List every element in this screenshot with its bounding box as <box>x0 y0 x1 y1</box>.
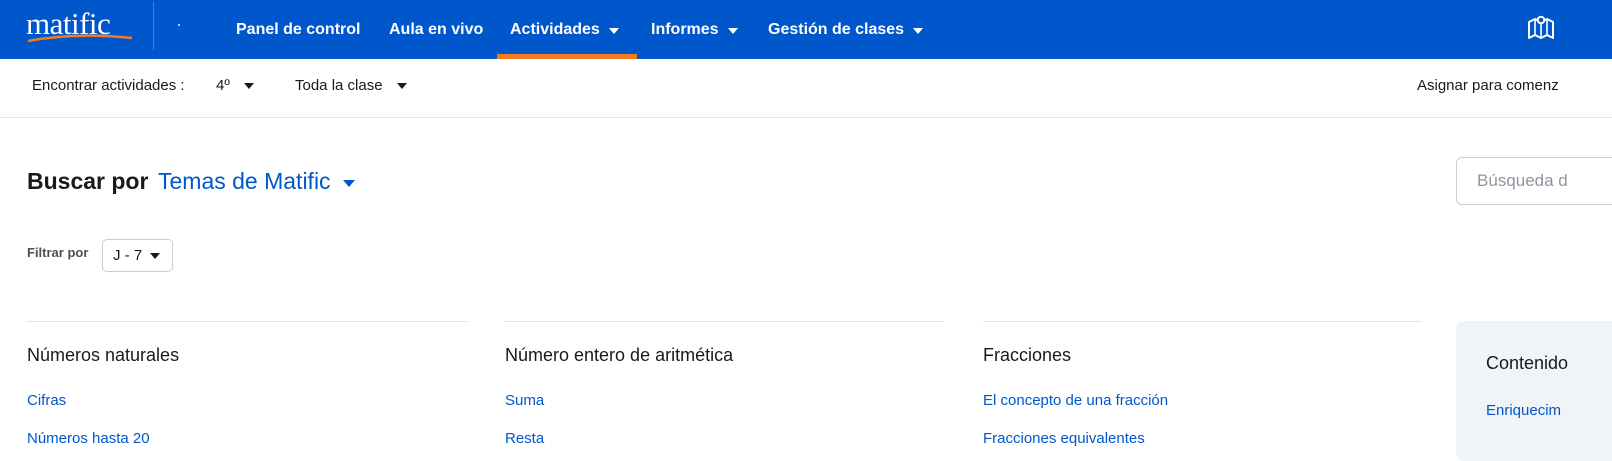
nav-item-label: Panel de control <box>236 20 361 38</box>
nav-divider <box>153 2 154 50</box>
assign-to-start-link[interactable]: Asignar para comenz <box>1417 77 1559 94</box>
topic-column: Números naturales Cifras Números hasta 2… <box>27 321 467 447</box>
filter-dropdown[interactable]: J - 7 <box>102 239 173 272</box>
logo-swoosh-icon <box>27 34 133 43</box>
topic-title: Número entero de aritmética <box>505 345 734 365</box>
subtopic-link[interactable]: Resta <box>505 430 544 447</box>
subtopic-link[interactable]: Números hasta 20 <box>27 430 150 447</box>
grade-value: 4º <box>216 77 230 94</box>
nav-item-reports[interactable]: Informes <box>651 0 738 59</box>
nav-separator-dot <box>178 24 180 26</box>
filter-by-label: Filtrar por <box>27 245 89 260</box>
filter-value: J - 7 <box>113 247 143 264</box>
chevron-down-icon <box>396 82 407 89</box>
nav-item-label: Aula en vivo <box>389 20 484 38</box>
nav-item-label: Actividades <box>510 20 600 38</box>
search-input[interactable]: Búsqueda d <box>1456 157 1612 205</box>
map-icon[interactable] <box>1526 13 1556 41</box>
subtopic-link[interactable]: El concepto de una fracción <box>983 392 1168 409</box>
side-panel-link[interactable]: Enriquecim <box>1486 402 1561 419</box>
class-dropdown[interactable]: Toda la clase <box>295 77 407 94</box>
nav-item-class-management[interactable]: Gestión de clases <box>768 0 924 59</box>
topic-title: Fracciones <box>983 345 1072 365</box>
top-navigation: matific Panel de control Aula en vivo Ac… <box>0 0 1612 59</box>
topic-source-value: Temas de Matific <box>158 168 331 194</box>
topic-source-dropdown[interactable]: Temas de Matific <box>158 168 355 195</box>
topic-title: Números naturales <box>27 345 180 365</box>
nav-item-label: Informes <box>651 20 719 38</box>
side-panel-title: Contenido <box>1486 353 1569 373</box>
chevron-down-icon <box>727 27 738 34</box>
nav-item-activities[interactable]: Actividades <box>510 0 619 59</box>
nav-item-label: Gestión de clases <box>768 20 905 38</box>
nav-item-dashboard[interactable]: Panel de control <box>236 0 360 59</box>
class-value: Toda la clase <box>295 77 383 94</box>
topic-column: Número entero de aritmética Suma Resta <box>505 321 944 447</box>
browse-by-label: Buscar por <box>27 168 149 194</box>
content-side-panel: Contenido Enriquecim <box>1456 321 1612 461</box>
chevron-down-icon <box>913 27 924 34</box>
chevron-down-icon <box>150 252 161 259</box>
search-placeholder: Búsqueda d <box>1477 171 1568 190</box>
subtopic-link[interactable]: Cifras <box>27 392 66 409</box>
topic-column: Fracciones El concepto de una fracción F… <box>983 321 1421 447</box>
find-activities-label: Encontrar actividades : <box>32 77 185 94</box>
chevron-down-icon <box>243 82 254 89</box>
grade-dropdown[interactable]: 4º <box>216 77 254 94</box>
chevron-down-icon <box>342 179 355 187</box>
chevron-down-icon <box>608 27 619 34</box>
nav-item-live-class[interactable]: Aula en vivo <box>389 0 483 59</box>
subtopic-link[interactable]: Fracciones equivalentes <box>983 430 1145 447</box>
subtopic-link[interactable]: Suma <box>505 392 544 409</box>
